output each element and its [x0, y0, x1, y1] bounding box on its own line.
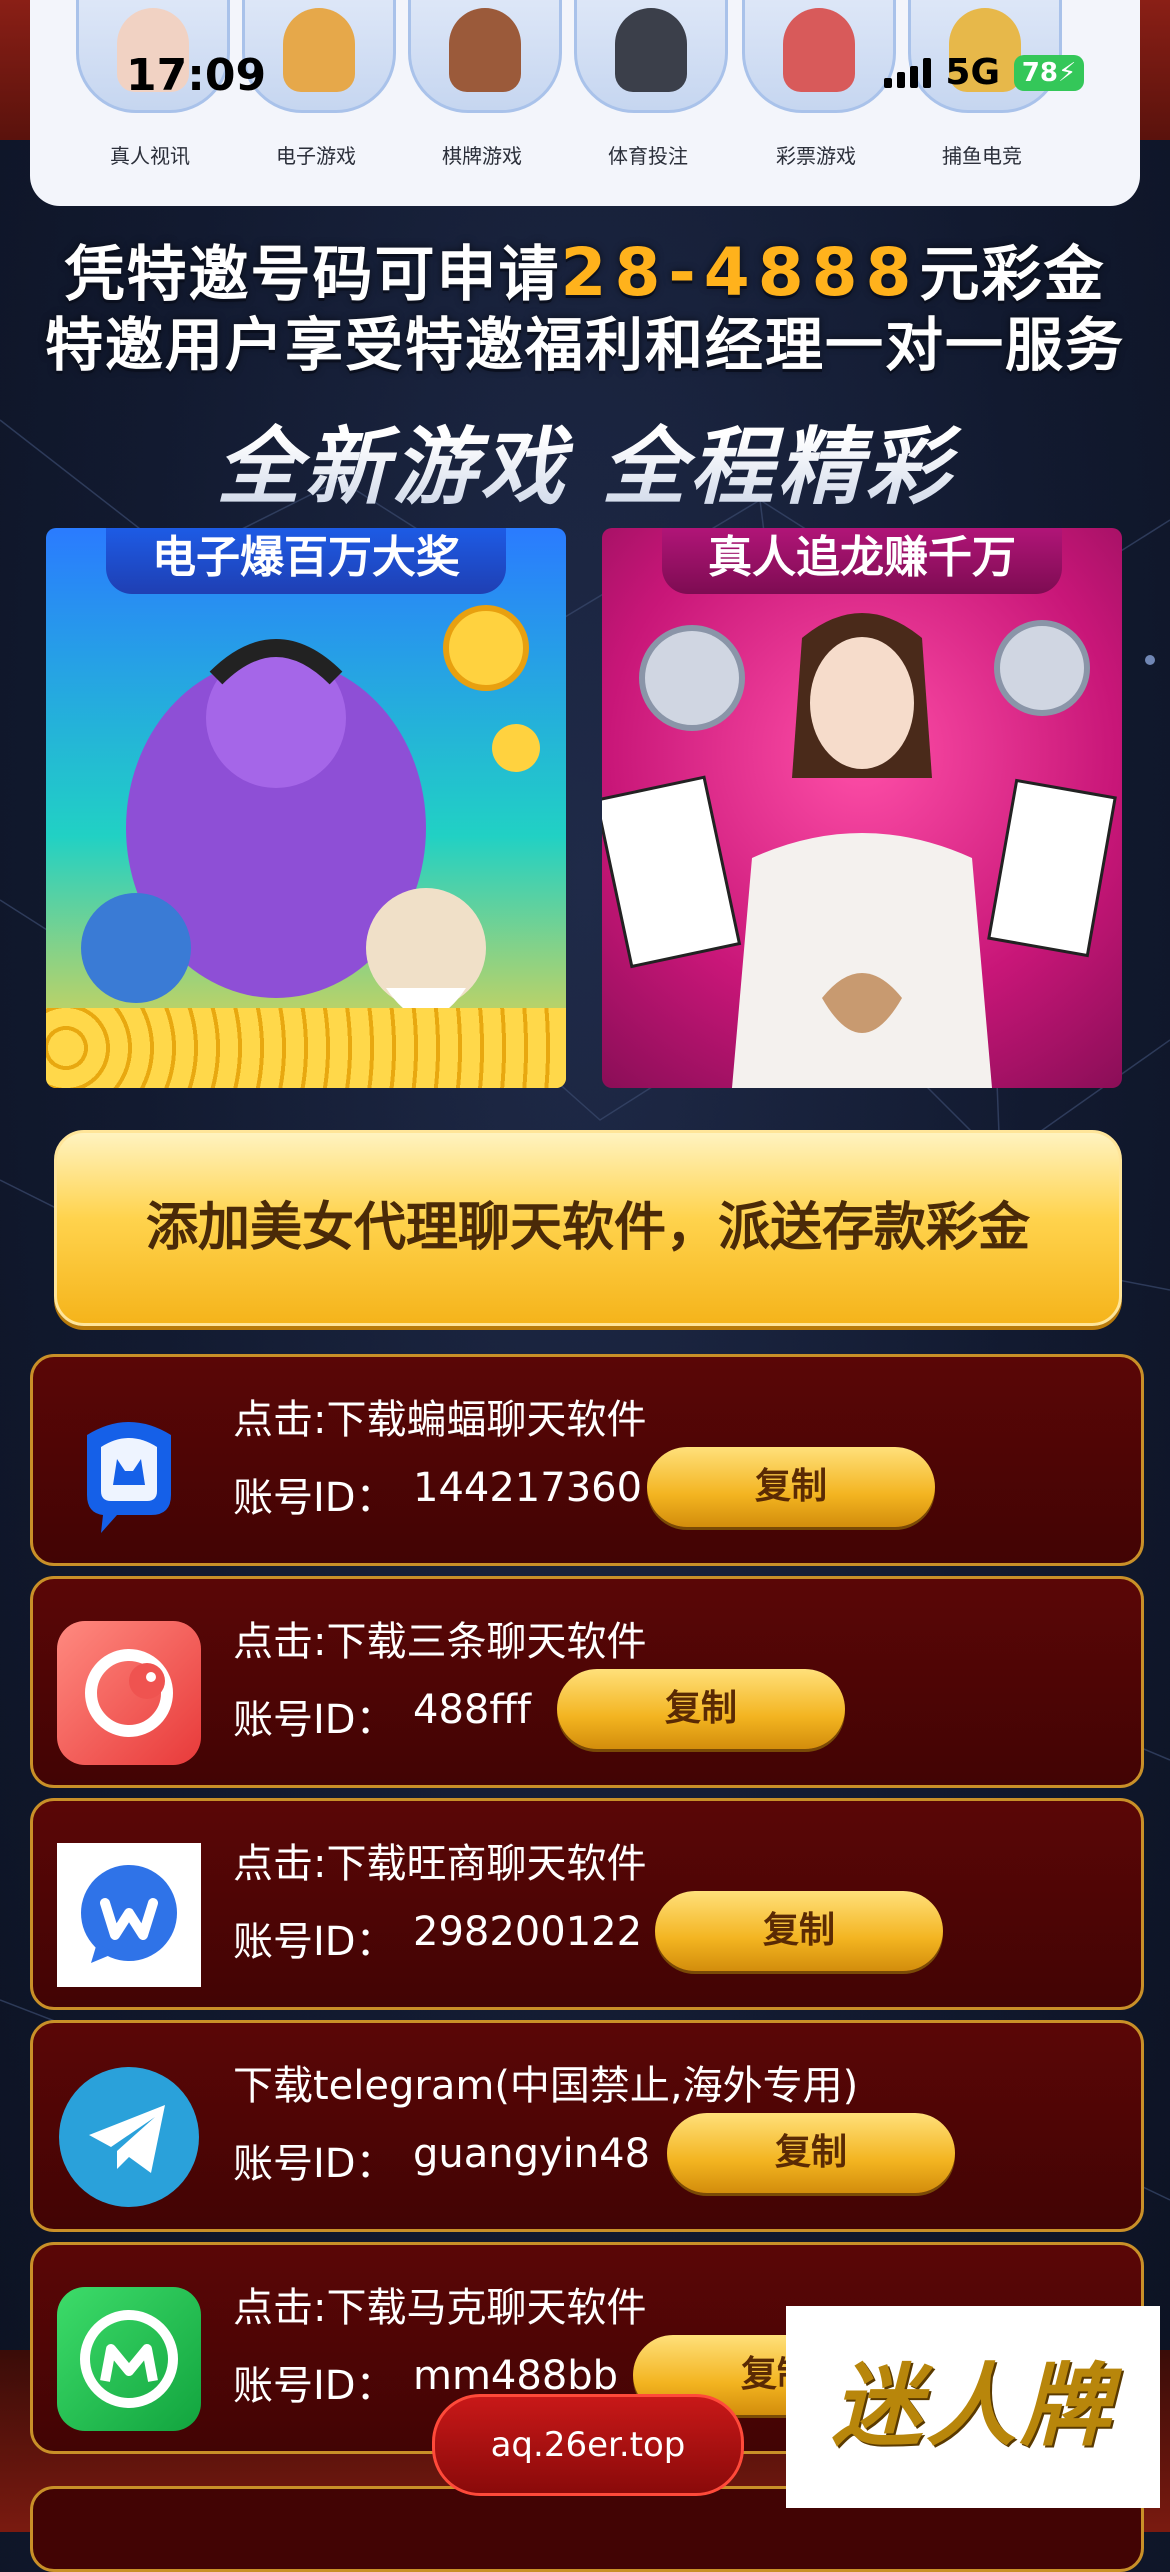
- promo-slots[interactable]: 电子爆百万大奖: [46, 528, 566, 1088]
- site-url-pill[interactable]: aq.26er.top: [432, 2394, 744, 2496]
- app-id-value: mm488bb: [413, 2353, 619, 2399]
- battery-level: 78: [1021, 57, 1058, 88]
- status-indicators: 5G 78 ⚡: [884, 52, 1084, 93]
- app-id-value: 144217360: [413, 1465, 643, 1511]
- football-player-icon: [574, 0, 728, 113]
- genie-character-illustration: [81, 605, 540, 1018]
- category-label: 彩票游戏: [776, 144, 856, 168]
- add-agent-button[interactable]: 添加美女代理聊天软件，派送存款彩金: [54, 1130, 1122, 1326]
- app-download-link[interactable]: 点击:下载蝙蝠聊天软件: [233, 1387, 646, 1445]
- battery-icon: 78 ⚡: [1014, 54, 1084, 91]
- category-label: 捕鱼电竞: [942, 144, 1022, 168]
- mark-chat-icon: [57, 2287, 201, 2431]
- app-id-value: guangyin48: [413, 2131, 651, 2177]
- bat-chat-icon: [57, 1399, 201, 1543]
- headline-slogan: 全新游戏 全程精彩: [0, 400, 1170, 521]
- app-card-telegram[interactable]: 下载telegram(中国禁止,海外专用) 账号ID： guangyin48 复…: [30, 2020, 1144, 2232]
- app-download-link[interactable]: 点击:下载旺商聊天软件: [233, 1831, 646, 1889]
- category-lottery[interactable]: 彩票游戏: [736, 0, 896, 190]
- status-time: 17:09: [126, 50, 267, 101]
- app-id-value: 298200122: [413, 1909, 643, 1955]
- lottery-balls-icon: [742, 0, 896, 113]
- category-label: 体育投注: [608, 144, 688, 168]
- app-card-santiao[interactable]: 点击:下载三条聊天软件 账号ID： 488fff 复制: [30, 1576, 1144, 1788]
- copy-button[interactable]: 复制: [557, 1669, 845, 1749]
- app-card-wangshang[interactable]: 点击:下载旺商聊天软件 账号ID： 298200122 复制: [30, 1798, 1144, 2010]
- santiao-chat-icon: [57, 1621, 201, 1765]
- copy-button[interactable]: 复制: [647, 1447, 935, 1527]
- app-id-label: 账号ID：: [233, 2141, 396, 2187]
- category-label: 真人视讯: [110, 144, 190, 168]
- telegram-icon: [57, 2065, 201, 2209]
- watermark-box: 迷人牌: [786, 2306, 1160, 2508]
- add-agent-label: 添加美女代理聊天软件，派送存款彩金: [145, 1198, 1030, 1258]
- signal-icon: [884, 57, 932, 88]
- live-dealer-illustration: [602, 613, 1117, 1088]
- category-bar: 真人视讯 电子游戏 棋牌游戏 体育投注 彩票游戏 捕鱼电竞: [30, 0, 1140, 206]
- app-id-label: 账号ID：: [233, 1475, 396, 1521]
- category-sports[interactable]: 体育投注: [568, 0, 728, 190]
- app-id-label: 账号ID：: [233, 2363, 396, 2409]
- watermark-logo: 迷人牌: [832, 2354, 1114, 2459]
- headline-service: 特邀用户享受特邀福利和经理一对一服务: [44, 311, 1125, 379]
- category-fishing-esports[interactable]: 捕鱼电竞: [902, 0, 1062, 190]
- copy-button[interactable]: 复制: [655, 1891, 943, 1971]
- app-card-bat[interactable]: 点击:下载蝙蝠聊天软件 账号ID： 144217360 复制: [30, 1354, 1144, 1566]
- playing-cards-icon: [408, 0, 562, 113]
- category-cards[interactable]: 棋牌游戏: [402, 0, 562, 190]
- gold-coins-decoration: [46, 1008, 566, 1088]
- app-download-link[interactable]: 点击:下载三条聊天软件: [233, 1609, 646, 1667]
- app-id-value: 488fff: [413, 1687, 531, 1733]
- copy-button[interactable]: 复制: [667, 2113, 955, 2193]
- network-type: 5G: [945, 52, 1000, 93]
- app-download-link[interactable]: 点击:下载马克聊天软件: [233, 2275, 646, 2333]
- promo-live-casino[interactable]: 真人追龙赚千万: [602, 528, 1122, 1088]
- category-label: 棋牌游戏: [442, 144, 522, 168]
- wangshang-chat-icon: [57, 1843, 201, 1987]
- category-label: 电子游戏: [276, 144, 356, 168]
- app-id-label: 账号ID：: [233, 1697, 396, 1743]
- app-download-link[interactable]: 下载telegram(中国禁止,海外专用): [233, 2053, 858, 2111]
- app-id-label: 账号ID：: [233, 1919, 396, 1965]
